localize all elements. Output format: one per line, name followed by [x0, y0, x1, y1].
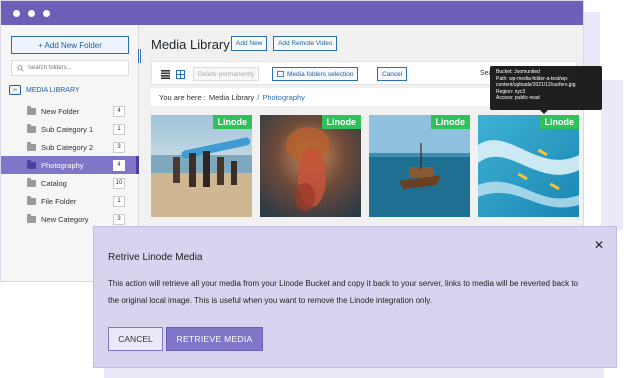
window-dot-icon[interactable] — [13, 9, 20, 17]
folder-icon — [27, 159, 36, 169]
window-dot-icon[interactable] — [28, 9, 35, 17]
folder-search[interactable] — [11, 60, 129, 76]
folder-select-icon — [277, 71, 284, 77]
linode-badge: Linode — [539, 115, 579, 129]
dialog-body: This action will retrieve all your media… — [108, 279, 578, 305]
delete-permanently-button[interactable]: Delete permanently — [193, 67, 260, 81]
media-thumbnail-underwater[interactable]: Linode — [260, 115, 361, 217]
media-info-tooltip: Bucket: Joomunited Path: wp-media-folder… — [490, 66, 602, 114]
folder-icon — [27, 105, 36, 115]
folder-name: Photography — [41, 160, 84, 170]
screen: + Add New Folder ∞ MEDIA LIBRARY New Fol… — [0, 0, 630, 378]
folder-list: New Folder 4 Sub Category 1 1 Sub Catego… — [1, 102, 139, 228]
folder-count: 3 — [113, 141, 125, 153]
grid-view-icon[interactable] — [176, 70, 185, 79]
media-library-root[interactable]: ∞ MEDIA LIBRARY — [9, 85, 80, 95]
media-library-icon: ∞ — [9, 85, 21, 95]
list-view-icon[interactable] — [161, 70, 170, 79]
underwater-woman-image — [260, 115, 361, 217]
close-icon[interactable]: ✕ — [594, 238, 604, 252]
folder-count: 3 — [113, 213, 125, 225]
cancel-button[interactable]: CANCEL — [108, 327, 163, 351]
retrieve-media-dialog: ✕ Retrive Linode Media This action will … — [93, 226, 617, 368]
dialog-title: Retrive Linode Media — [108, 252, 203, 263]
folder-item[interactable]: Catalog 10 — [1, 174, 139, 192]
retrieve-media-button[interactable]: RETRIEVE MEDIA — [166, 327, 263, 351]
search-icon — [17, 64, 24, 72]
surfers-wave-image — [478, 115, 579, 217]
title-bar — [1, 1, 583, 25]
folder-icon — [27, 123, 36, 133]
media-thumbnail-boat[interactable]: Linode — [369, 115, 470, 217]
folder-icon — [27, 195, 36, 205]
folder-icon — [27, 177, 36, 187]
folder-count: 1 — [113, 123, 125, 135]
add-new-folder-button[interactable]: + Add New Folder — [11, 36, 129, 54]
linode-badge: Linode — [212, 115, 252, 129]
cancel-selection-button[interactable]: Cancel — [377, 67, 408, 81]
folder-name: File Folder — [41, 196, 77, 206]
backdrop-panel-right — [583, 12, 600, 67]
linode-badge: Linode — [321, 115, 361, 129]
page-title: Media Library — [151, 37, 230, 52]
add-new-button[interactable]: Add New — [231, 36, 268, 51]
add-remote-video-button[interactable]: Add Remote Video — [273, 36, 338, 51]
folder-count: 1 — [113, 195, 125, 207]
folder-name: Catalog — [41, 178, 67, 188]
breadcrumb-root-link[interactable]: Media Library — [209, 93, 254, 102]
tooltip-access: Access: public-read — [496, 95, 540, 101]
folder-name: New Folder — [41, 106, 80, 116]
folder-item[interactable]: Sub Category 2 3 — [1, 138, 139, 156]
media-grid: Linode Linode Linode Linode — [151, 115, 579, 217]
folder-name: Sub Category 2 — [41, 142, 94, 152]
boat-sea-image — [369, 115, 470, 217]
window-dot-icon[interactable] — [43, 9, 50, 17]
folder-item[interactable]: Sub Category 1 1 — [1, 120, 139, 138]
folder-name: New Category — [41, 214, 89, 224]
media-thumbnail-surfers-wave[interactable]: Linode — [478, 115, 579, 217]
add-new-folder-label: + Add New Folder — [38, 40, 102, 50]
media-folders-selection-label: Media folders selection — [287, 70, 354, 78]
folder-icon — [27, 213, 36, 223]
surfers-beach-image — [151, 115, 252, 217]
breadcrumb-current[interactable]: Photography — [262, 93, 305, 102]
folder-search-input[interactable] — [28, 65, 118, 71]
breadcrumb-separator: / — [257, 92, 260, 102]
folder-item-active[interactable]: Photography 4 — [1, 156, 139, 174]
folder-count: 4 — [113, 159, 125, 171]
linode-badge: Linode — [430, 115, 470, 129]
folder-count: 4 — [113, 105, 125, 117]
folder-icon — [27, 141, 36, 151]
backdrop-panel-bottom — [104, 368, 604, 378]
media-folders-selection-button[interactable]: Media folders selection — [272, 67, 359, 81]
folder-item[interactable]: New Folder 4 — [1, 102, 139, 120]
media-thumbnail-surfers-beach[interactable]: Linode — [151, 115, 252, 217]
folder-count: 10 — [113, 177, 125, 189]
folder-item[interactable]: File Folder 1 — [1, 192, 139, 210]
media-library-label: MEDIA LIBRARY — [26, 86, 80, 94]
breadcrumb-prefix: You are here : — [159, 92, 206, 102]
backdrop-panel-right-lower — [601, 80, 623, 230]
folder-name: Sub Category 1 — [41, 124, 94, 134]
